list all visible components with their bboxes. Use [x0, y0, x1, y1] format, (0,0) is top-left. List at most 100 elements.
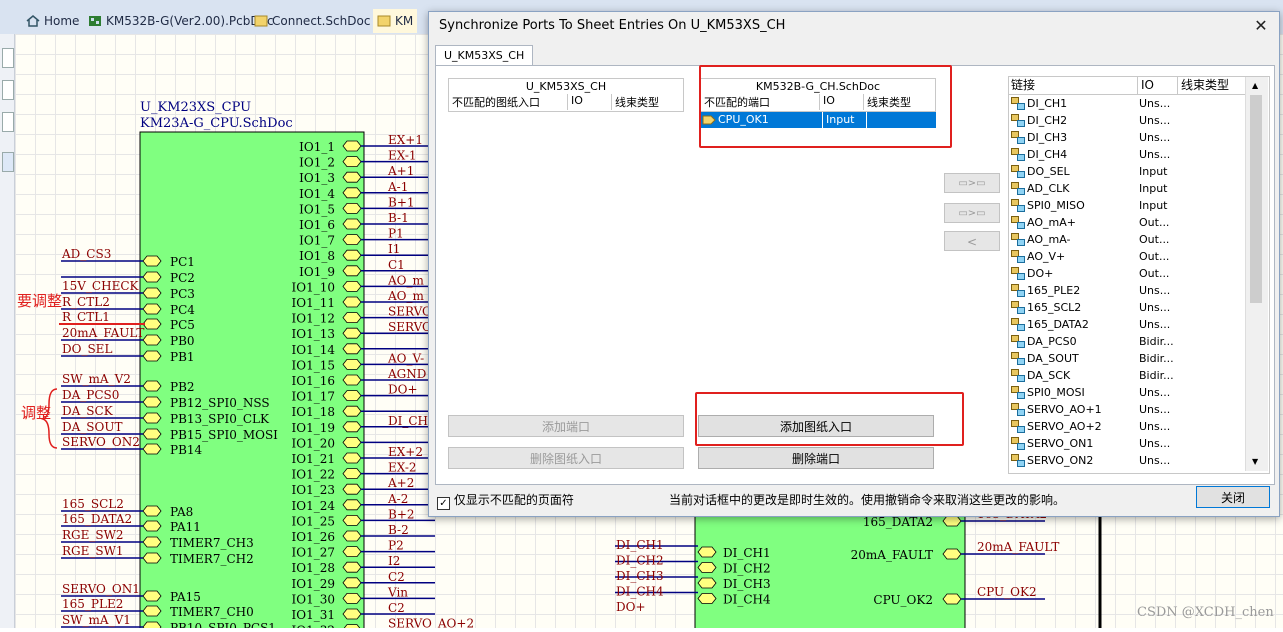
port-glyph [342, 359, 362, 370]
port-glyph [342, 171, 362, 183]
net-label: AGND [387, 367, 426, 381]
link-io: Bidir... [1139, 352, 1174, 365]
net-label: EX+2 [388, 445, 423, 459]
link-name: AO_mA+ [1027, 216, 1076, 229]
net-label: 15V_CHECK [62, 279, 140, 293]
link-icon [1011, 318, 1025, 331]
port-glyph [342, 499, 362, 511]
io-pin-label: IO1_22 [292, 468, 335, 482]
link-entry-to-port-button[interactable]: ▭>▭ [944, 173, 1000, 193]
io-pin-label: IO1_23 [292, 483, 335, 497]
column-header[interactable]: 不匹配的图纸入口 [449, 94, 568, 110]
io-pin-label: IO1_21 [292, 452, 335, 466]
link-name: SERVO_AO+2 [1027, 420, 1102, 433]
link-icon [1011, 403, 1025, 416]
close-icon[interactable]: ✕ [1249, 14, 1273, 38]
io-pin-label: IO1_19 [292, 421, 335, 435]
link-name: 165_DATA2 [1027, 318, 1089, 331]
column-header[interactable]: IO [1137, 77, 1154, 94]
net-label: EX-1 [388, 149, 417, 163]
net-label: AO_V- [387, 351, 424, 365]
io-pin-label: IO1_24 [292, 499, 336, 513]
net-label: SERVO [388, 305, 432, 319]
port-glyph [342, 405, 362, 417]
net-label: DO+ [388, 383, 418, 397]
column-header[interactable]: 链接 [1011, 77, 1035, 94]
link-io: Uns... [1139, 131, 1171, 144]
net-label: 165_SCL2 [62, 497, 124, 511]
link-name: 165_SCL2 [1027, 301, 1082, 314]
linked-grid[interactable]: 链接 IO 线束类型 DI_CH1 Uns... DI_CH2 Uns... DI_CH… [1008, 76, 1270, 474]
link-io: Bidir... [1139, 369, 1174, 382]
column-header[interactable]: IO [568, 94, 612, 110]
link-io: Uns... [1139, 403, 1171, 416]
io-pin-label: IO1_28 [292, 561, 335, 575]
port-glyph [142, 396, 162, 408]
link-io: Uns... [1139, 318, 1171, 331]
link-name: DO_SEL [1027, 165, 1070, 178]
link-name: 165_PLE2 [1027, 284, 1081, 297]
io-pin-label: IO1_26 [292, 530, 335, 544]
net-label: I2 [388, 554, 400, 568]
sheet-entries-grid[interactable]: U_KM53XS_CH 不匹配的图纸入口 IO 线束类型 [448, 78, 684, 114]
vertical-scrollbar[interactable]: ▲ ▼ [1245, 77, 1268, 471]
io-pin-label: IO1_30 [292, 592, 335, 606]
port-glyph [342, 156, 362, 167]
tab-label: Connect.SchDoc * [272, 14, 381, 28]
add-port-button[interactable]: 添加端口 [448, 415, 684, 437]
net-label: SERVO [388, 320, 432, 334]
port-glyph [142, 318, 162, 330]
tab-sheet-symbol[interactable]: U_KM53XS_CH [435, 45, 534, 66]
toolbar-button[interactable] [2, 152, 14, 172]
net-label: R_CTL2 [62, 295, 110, 309]
checkbox-check-icon[interactable]: ✓ [437, 497, 450, 510]
tab-active-schdoc[interactable]: KM [373, 9, 418, 33]
toolbar-dropdown[interactable] [2, 112, 14, 132]
close-button[interactable]: 关闭 [1196, 486, 1270, 508]
port-glyph [142, 605, 162, 617]
net-label: A-1 [387, 180, 408, 194]
delete-port-button[interactable]: 删除端口 [698, 447, 934, 469]
port-glyph [342, 265, 362, 277]
unlink-button[interactable]: < [944, 231, 1000, 251]
column-header[interactable]: 线束类型 [1177, 77, 1229, 94]
toolbar-button[interactable] [2, 80, 14, 100]
link-icon [1011, 165, 1025, 178]
port-glyph [342, 468, 362, 479]
cpu-pin-label: PB14 [170, 443, 203, 457]
link-port-to-entry-button[interactable]: ▭>▭ [944, 203, 1000, 223]
port-glyph [142, 428, 162, 440]
cpu-pin-label: PB12_SPI0_NSS [170, 396, 270, 410]
link-icon [1011, 114, 1025, 127]
link-name: SPI0_MISO [1027, 199, 1085, 212]
tab-connect-schdoc[interactable]: Connect.SchDoc * [254, 9, 380, 33]
link-name: SERVO_ON1 [1027, 437, 1094, 450]
link-io: Input [1139, 182, 1168, 195]
tab-home[interactable]: Home [26, 9, 79, 33]
show-unmatched-checkbox[interactable]: ✓ 仅显示不匹配的页面符 [437, 491, 574, 510]
tab-pcb-doc[interactable]: KM532B-G(Ver2.00).PcbDoc [88, 9, 274, 33]
port-glyph [142, 443, 162, 455]
port-glyph [342, 203, 362, 214]
watermark: CSDN @XCDH_chen [1137, 605, 1274, 620]
checkbox-label: 仅显示不匹配的页面符 [453, 493, 574, 507]
delete-sheet-entry-button[interactable]: 删除图纸入口 [448, 447, 684, 469]
net-label: C1 [388, 258, 405, 272]
component-designator: U_KM23XS_CPU [140, 100, 251, 115]
column-header[interactable]: 线束类型 [612, 94, 683, 110]
cpu-pin-label: PC1 [170, 255, 195, 269]
net-label: DI_CH4 [616, 585, 664, 599]
scroll-thumb[interactable] [1250, 95, 1262, 303]
link-icon [1011, 420, 1025, 433]
link-icon [1011, 267, 1025, 280]
io-pin-label: IO1_1 [299, 140, 335, 154]
scroll-up-icon[interactable]: ▲ [1252, 81, 1258, 90]
net-label: AD_CS3 [61, 247, 111, 261]
scroll-down-icon[interactable]: ▼ [1252, 457, 1258, 466]
net-label: DA_PCS0 [62, 388, 119, 402]
io-pin-label: IO1_15 [292, 358, 335, 372]
toolbar-button[interactable] [2, 48, 14, 68]
port-glyph [342, 593, 362, 604]
net-label: DI_CH1 [616, 538, 664, 552]
port-glyph [697, 593, 717, 604]
